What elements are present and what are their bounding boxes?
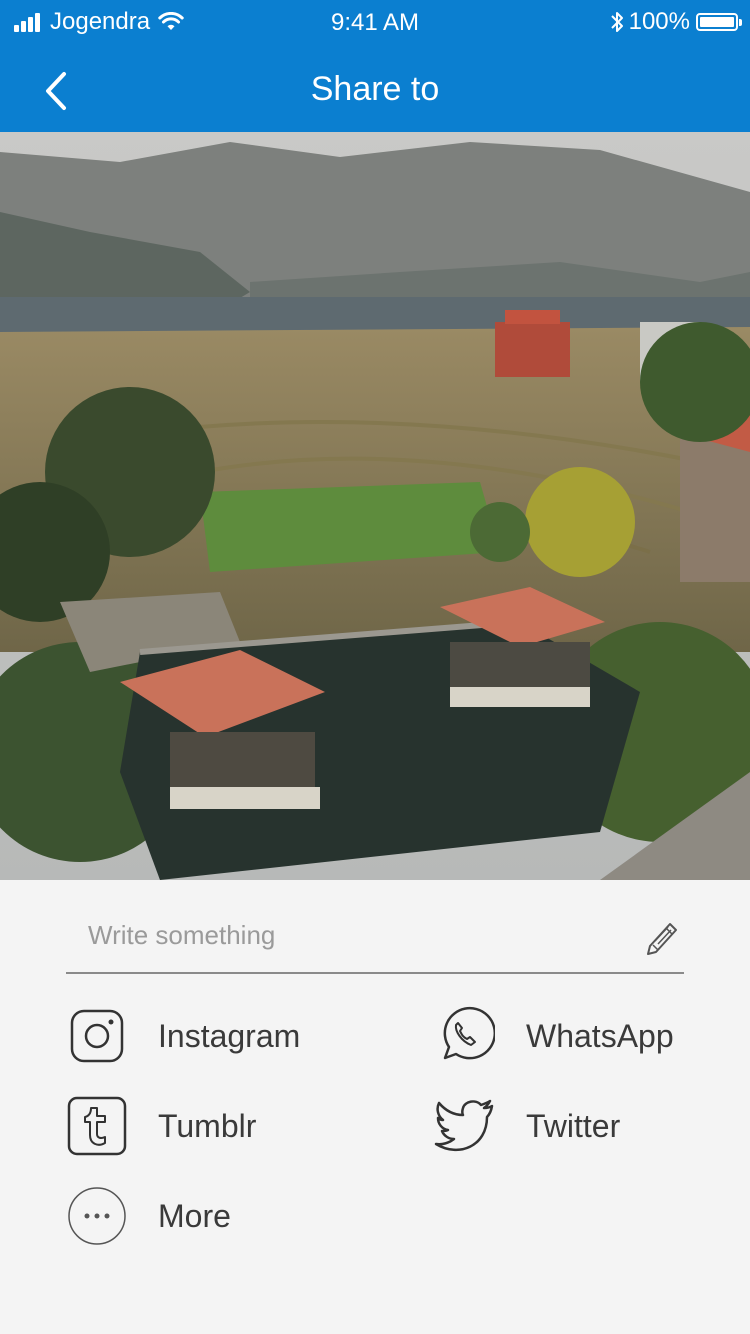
twitter-icon bbox=[434, 1095, 496, 1157]
share-instagram[interactable]: Instagram bbox=[66, 1005, 300, 1067]
share-label: More bbox=[158, 1197, 231, 1234]
share-twitter[interactable]: Twitter bbox=[434, 1095, 620, 1157]
header-bar: Jogendra 9:41 AM 100% Share to bbox=[0, 0, 750, 132]
status-bar: Jogendra 9:41 AM 100% bbox=[0, 0, 750, 44]
share-whatsapp[interactable]: WhatsApp bbox=[434, 1005, 674, 1067]
share-label: Tumblr bbox=[158, 1107, 257, 1144]
battery-percent: 100% bbox=[628, 8, 690, 35]
share-more[interactable]: More bbox=[66, 1185, 231, 1247]
more-icon bbox=[66, 1185, 128, 1247]
share-label: Instagram bbox=[158, 1017, 301, 1054]
message-composer bbox=[66, 900, 684, 974]
tumblr-icon bbox=[66, 1095, 128, 1157]
share-tumblr[interactable]: Tumblr bbox=[66, 1095, 256, 1157]
instagram-icon bbox=[66, 1005, 128, 1067]
photo-image bbox=[0, 132, 750, 880]
page-title: Share to bbox=[310, 70, 440, 108]
pencil-icon[interactable] bbox=[644, 916, 684, 956]
whatsapp-icon bbox=[434, 1005, 496, 1067]
share-label: Twitter bbox=[526, 1107, 621, 1144]
shared-photo bbox=[0, 132, 750, 880]
bluetooth-icon bbox=[610, 12, 623, 32]
status-right: 100% bbox=[609, 8, 742, 36]
battery-icon bbox=[696, 13, 742, 31]
write-something-input[interactable] bbox=[86, 914, 610, 956]
share-label: WhatsApp bbox=[526, 1017, 674, 1054]
